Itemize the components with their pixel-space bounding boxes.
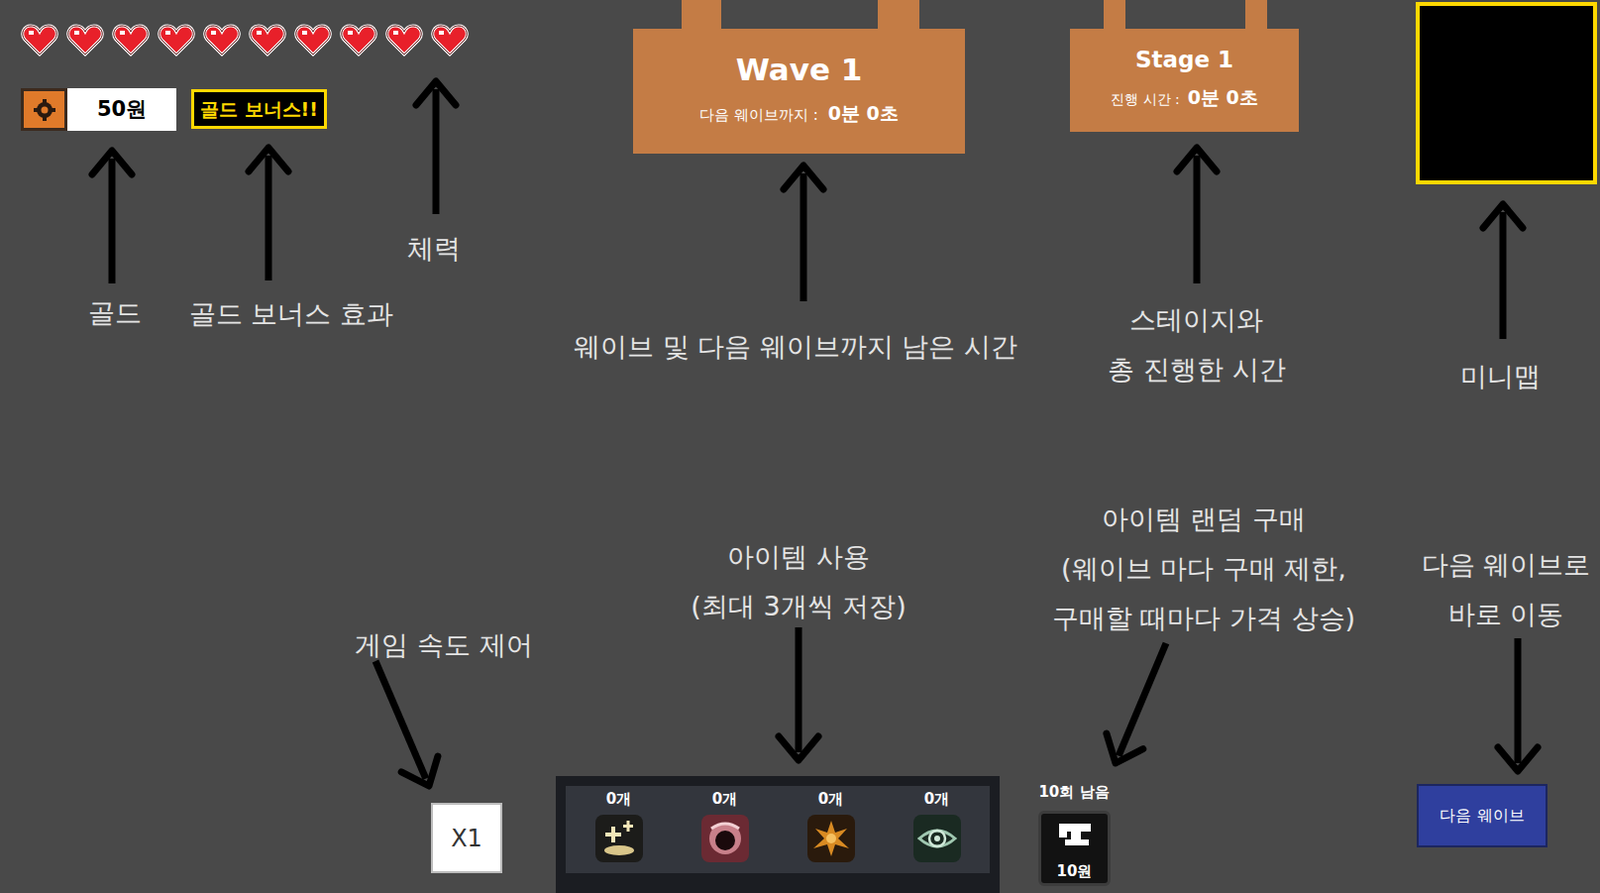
next-wave-label: 다음 웨이브	[1439, 803, 1524, 828]
stage-panel: Stage 1 진행 시간 : 0분 0초	[1069, 28, 1299, 132]
speed-label: X1	[450, 820, 483, 856]
heart-icon	[20, 23, 59, 58]
annotation-label: 아이템 랜덤 구매(웨이브 마다 구매 제한,구매할 때마다 가격 상승)	[1052, 494, 1356, 643]
annotation-label: 게임 속도 제어	[354, 620, 533, 670]
heart-icon	[339, 23, 378, 58]
annotation-label: 스테이지와총 진행한 시간	[1107, 295, 1285, 395]
annotation-label: 체력	[407, 223, 461, 274]
minimap[interactable]	[1415, 1, 1598, 185]
item-eye-icon	[913, 814, 961, 862]
stage-timer-value: 0분 0초	[1187, 83, 1259, 112]
item-count: 0개	[924, 787, 950, 811]
heart-icon	[203, 23, 241, 58]
wave-timer-label: 다음 웨이브까지 :	[699, 104, 819, 127]
wave-timer-value: 0분 0초	[828, 99, 899, 128]
anvil-icon	[1057, 819, 1093, 852]
annotation-arrows	[0, 0, 1600, 893]
annotation-line: 아이템 사용	[690, 532, 906, 582]
gold-bonus-text: 골드 보너스!!	[200, 95, 319, 124]
annotation-label: 다음 웨이브로바로 이동	[1421, 539, 1592, 640]
annotation-label: 미니맵	[1460, 351, 1541, 402]
heart-icon	[294, 23, 332, 58]
annotation-line: 총 진행한 시간	[1107, 344, 1285, 395]
heart-icon	[385, 23, 424, 58]
health-bar	[20, 23, 469, 58]
annotation-line: 아이템 랜덤 구매	[1052, 494, 1356, 544]
annotation-line: 골드 보너스 효과	[189, 289, 394, 339]
random-buy-button[interactable]: 10원	[1038, 810, 1111, 886]
wave-hanger	[877, 0, 920, 30]
annotation-label: 골드 보너스 효과	[189, 289, 394, 339]
annotation-line: 골드	[88, 288, 142, 338]
gold-icon	[20, 88, 68, 131]
annotation-label: 아이템 사용(최대 3개씩 저장)	[690, 532, 906, 632]
heart-icon	[157, 23, 196, 58]
gold-value-box: 50원	[67, 88, 177, 131]
item-vortex-icon	[701, 814, 749, 862]
heart-icon	[66, 23, 105, 58]
annotation-line: 웨이브 및 다음 웨이브까지 남은 시간	[573, 321, 1018, 372]
item-slot[interactable]: 0개	[671, 785, 778, 873]
next-wave-button[interactable]: 다음 웨이브	[1416, 783, 1548, 848]
item-slot[interactable]: 0개	[883, 785, 990, 873]
annotation-line: (웨이브 마다 구매 제한,	[1052, 543, 1356, 594]
gold-display: 50원	[20, 88, 177, 131]
annotation-line: 미니맵	[1460, 351, 1541, 402]
gold-bonus-badge: 골드 보너스!!	[191, 89, 327, 129]
item-burst-icon	[807, 814, 855, 862]
annotation-line: 바로 이동	[1421, 589, 1592, 640]
heart-icon	[248, 23, 287, 58]
item-count: 0개	[606, 787, 632, 811]
annotation-line: 다음 웨이브로	[1421, 539, 1592, 590]
item-holy-icon	[595, 814, 643, 862]
heart-icon	[111, 23, 150, 58]
annotation-line: (최대 3개씩 저장)	[690, 581, 906, 632]
item-slot[interactable]: 0개	[565, 785, 672, 873]
annotation-label: 웨이브 및 다음 웨이브까지 남은 시간	[573, 321, 1018, 372]
wave-timer: 다음 웨이브까지 : 0분 0초	[699, 99, 899, 128]
wave-panel: Wave 1 다음 웨이브까지 : 0분 0초	[633, 28, 965, 154]
stage-timer-label: 진행 시간 :	[1110, 89, 1180, 110]
item-count: 0개	[712, 787, 738, 811]
wave-hanger	[681, 0, 722, 30]
gold-amount: 50원	[97, 94, 147, 126]
stage-hanger	[1245, 0, 1268, 30]
item-slot[interactable]: 0개	[777, 785, 884, 873]
heart-icon	[430, 23, 469, 58]
annotation-line: 게임 속도 제어	[354, 620, 533, 670]
stage-title: Stage 1	[1135, 48, 1234, 72]
annotation-line: 체력	[407, 223, 461, 274]
wave-title: Wave 1	[736, 54, 863, 86]
speed-button[interactable]: X1	[430, 802, 503, 873]
shop-remaining: 10회 남음	[1024, 780, 1124, 804]
item-bar: 0개 0개 0개 0개	[555, 775, 1000, 893]
stage-hanger	[1103, 0, 1126, 30]
annotation-label: 골드	[88, 288, 142, 338]
annotation-line: 구매할 때마다 가격 상승)	[1052, 593, 1356, 643]
shop-price: 10원	[1057, 861, 1093, 881]
stage-timer: 진행 시간 : 0분 0초	[1110, 83, 1259, 112]
annotation-line: 스테이지와	[1107, 295, 1285, 345]
item-count: 0개	[818, 787, 844, 811]
item-slots: 0개 0개 0개 0개	[565, 785, 990, 873]
